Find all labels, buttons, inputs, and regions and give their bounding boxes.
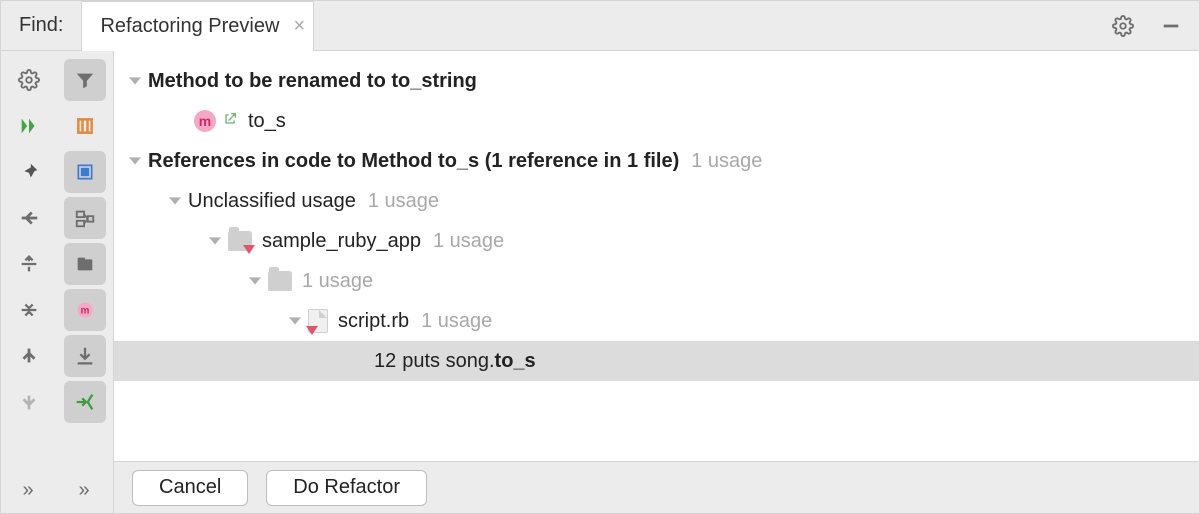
node-label: Unclassified usage bbox=[188, 190, 356, 213]
chevron-down-icon[interactable] bbox=[248, 274, 262, 288]
preview-button[interactable] bbox=[64, 381, 106, 423]
usage-count: 1 usage bbox=[421, 310, 492, 333]
usage-count: 1 usage bbox=[368, 190, 439, 213]
node-label: sample_ruby_app bbox=[262, 230, 421, 253]
sidebar-column-left: » bbox=[1, 59, 57, 513]
tree-heading-references[interactable]: References in code to Method to_s (1 ref… bbox=[114, 141, 1199, 181]
panel-header: Find: Refactoring Preview × bbox=[1, 1, 1199, 51]
tree-method-row[interactable]: m to_s bbox=[114, 101, 1199, 141]
find-label: Find: bbox=[1, 14, 81, 37]
export-button[interactable] bbox=[64, 335, 106, 377]
tree-heading-rename[interactable]: Method to be renamed to to_string bbox=[114, 61, 1199, 101]
chevron-down-icon[interactable] bbox=[288, 314, 302, 328]
chevron-down-icon[interactable] bbox=[128, 154, 142, 168]
method-name: to_s bbox=[248, 110, 286, 133]
previous-button[interactable] bbox=[8, 335, 50, 377]
next-button[interactable] bbox=[8, 381, 50, 423]
tab-title: Refactoring Preview bbox=[100, 15, 279, 38]
group-by-method-button[interactable]: m bbox=[64, 289, 106, 331]
pin-button[interactable] bbox=[8, 151, 50, 193]
collapse-all-button[interactable] bbox=[8, 289, 50, 331]
tree-node-folder[interactable]: 1 usage bbox=[114, 261, 1199, 301]
content-area: Method to be renamed to to_string m to_s… bbox=[114, 51, 1199, 513]
do-refactor-button[interactable]: Do Refactor bbox=[266, 470, 427, 506]
group-by-scope-button[interactable] bbox=[64, 151, 106, 193]
method-icon: m bbox=[194, 110, 216, 132]
references-heading-text: References in code to Method to_s (1 ref… bbox=[148, 150, 679, 173]
overflow-right-button[interactable]: » bbox=[64, 475, 106, 505]
rerun-button[interactable] bbox=[8, 105, 50, 147]
code-usage: puts song.to_s bbox=[402, 350, 535, 373]
chevron-down-icon[interactable] bbox=[208, 234, 222, 248]
group-by-file-structure-button[interactable] bbox=[64, 243, 106, 285]
tab-group: Refactoring Preview × bbox=[81, 1, 314, 50]
gear-icon[interactable] bbox=[1109, 12, 1137, 40]
header-actions bbox=[1109, 12, 1199, 40]
sidebar-column-right: m » bbox=[57, 59, 113, 513]
link-icon bbox=[222, 111, 238, 132]
group-by-usage-type-button[interactable] bbox=[64, 105, 106, 147]
project-folder-icon bbox=[228, 231, 252, 251]
folder-icon bbox=[268, 271, 292, 291]
cancel-button[interactable]: Cancel bbox=[132, 470, 248, 506]
expand-all-button[interactable] bbox=[8, 243, 50, 285]
chevron-down-icon[interactable] bbox=[128, 74, 142, 88]
filter-button[interactable] bbox=[64, 59, 106, 101]
usage-count: 1 usage bbox=[302, 270, 373, 293]
tab-refactoring-preview[interactable]: Refactoring Preview × bbox=[81, 1, 314, 50]
svg-text:m: m bbox=[81, 305, 90, 316]
tree-node-file[interactable]: script.rb 1 usage bbox=[114, 301, 1199, 341]
tree-node-project[interactable]: sample_ruby_app 1 usage bbox=[114, 221, 1199, 261]
line-number: 12 bbox=[374, 350, 396, 373]
overflow-left-button[interactable]: » bbox=[8, 475, 50, 505]
group-by-module-button[interactable] bbox=[64, 197, 106, 239]
minimize-icon[interactable] bbox=[1157, 12, 1185, 40]
tool-sidebar: » m bbox=[1, 51, 114, 513]
settings-button[interactable] bbox=[8, 59, 50, 101]
ruby-file-icon bbox=[308, 309, 328, 333]
heading-rename-text: Method to be renamed to to_string bbox=[148, 70, 477, 93]
chevron-down-icon[interactable] bbox=[168, 194, 182, 208]
panel-body: » m bbox=[1, 51, 1199, 513]
footer-actions: Cancel Do Refactor bbox=[114, 461, 1199, 513]
node-label: script.rb bbox=[338, 310, 409, 333]
close-icon[interactable]: × bbox=[293, 15, 305, 38]
back-button[interactable] bbox=[8, 197, 50, 239]
usage-count: 1 usage bbox=[691, 150, 762, 173]
usage-tree: Method to be renamed to to_string m to_s… bbox=[114, 51, 1199, 461]
tree-node-unclassified[interactable]: Unclassified usage 1 usage bbox=[114, 181, 1199, 221]
usage-count: 1 usage bbox=[433, 230, 504, 253]
tree-result-row[interactable]: 12 puts song.to_s bbox=[114, 341, 1199, 381]
